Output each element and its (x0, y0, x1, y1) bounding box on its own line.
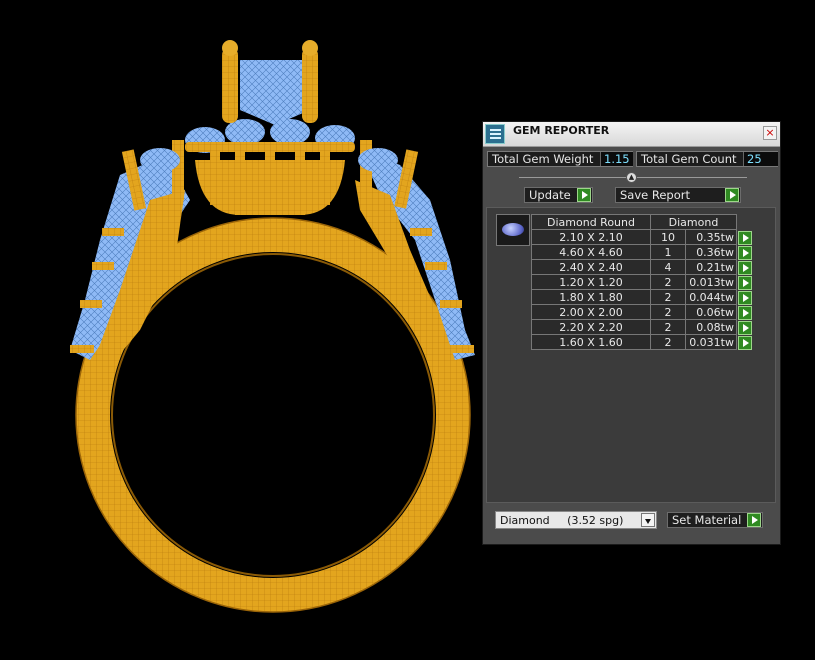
row-size: 2.40 X 2.40 (531, 259, 651, 275)
row-go-icon[interactable] (738, 260, 752, 275)
row-size: 2.10 X 2.10 (531, 229, 651, 245)
gem-reporter-panel: GEM REPORTER × Total Gem Weight 1.15 Tot… (482, 121, 781, 545)
material-select-value: Diamond (3.52 spg) (500, 514, 624, 527)
gem-table-header: Diamond Round Diamond (531, 214, 754, 230)
total-gem-count: Total Gem Count 25 (636, 151, 778, 167)
row-go-icon[interactable] (738, 230, 752, 245)
set-material-label: Set Material (672, 513, 742, 527)
table-row[interactable]: 4.60 X 4.60 1 0.36tw (531, 244, 754, 260)
row-size: 1.80 X 1.80 (531, 289, 651, 305)
row-weight: 0.21tw (685, 259, 737, 275)
row-size: 1.20 X 1.20 (531, 274, 651, 290)
close-icon[interactable]: × (763, 126, 777, 140)
row-weight: 0.36tw (685, 244, 737, 260)
row-count: 2 (650, 304, 686, 320)
table-row[interactable]: 1.20 X 1.20 2 0.013tw (531, 274, 754, 290)
save-report-button[interactable]: Save Report (615, 187, 741, 203)
gem-reporter-icon (485, 124, 505, 144)
gem-table: Diamond Round Diamond 2.10 X 2.10 10 0.3… (531, 214, 754, 350)
table-row[interactable]: 1.80 X 1.80 2 0.044tw (531, 289, 754, 305)
table-row[interactable]: 2.00 X 2.00 2 0.06tw (531, 304, 754, 320)
row-go-icon[interactable] (738, 305, 752, 320)
table-row[interactable]: 2.20 X 2.20 2 0.08tw (531, 319, 754, 335)
row-size: 4.60 X 4.60 (531, 244, 651, 260)
title-bar[interactable]: GEM REPORTER × (483, 122, 780, 147)
update-label: Update (529, 188, 571, 202)
panel-splitter-handle[interactable]: ▲ (626, 172, 637, 183)
table-row[interactable]: 2.10 X 2.10 10 0.35tw (531, 229, 754, 245)
row-size: 2.20 X 2.20 (531, 319, 651, 335)
row-size: 2.00 X 2.00 (531, 304, 651, 320)
material-select[interactable]: Diamond (3.52 spg) (495, 511, 657, 529)
center-stone (222, 40, 318, 125)
gem-list-area: Diamond Round Diamond 2.10 X 2.10 10 0.3… (486, 207, 776, 503)
row-weight: 0.044tw (685, 289, 737, 305)
row-go-icon[interactable] (738, 245, 752, 260)
total-gem-weight: Total Gem Weight 1.15 (487, 151, 633, 167)
save-report-label: Save Report (620, 188, 691, 202)
row-weight: 0.013tw (685, 274, 737, 290)
total-gem-weight-value: 1.15 (600, 152, 633, 166)
total-gem-count-label: Total Gem Count (641, 152, 737, 166)
row-count: 1 (650, 244, 686, 260)
table-row[interactable]: 2.40 X 2.40 4 0.21tw (531, 259, 754, 275)
basket (185, 142, 355, 215)
chevron-down-icon[interactable] (641, 513, 655, 527)
header-material: Diamond (650, 214, 737, 230)
row-size: 1.60 X 1.60 (531, 334, 651, 350)
row-count: 2 (650, 289, 686, 305)
row-count: 2 (650, 334, 686, 350)
row-go-icon[interactable] (738, 275, 752, 290)
round-gem-icon[interactable] (496, 214, 530, 246)
row-go-icon[interactable] (738, 320, 752, 335)
row-weight: 0.031tw (685, 334, 737, 350)
panel-title: GEM REPORTER (513, 124, 610, 137)
set-material-button[interactable]: Set Material (667, 512, 763, 528)
row-go-icon[interactable] (738, 335, 752, 350)
save-report-go-icon[interactable] (725, 188, 739, 202)
update-button[interactable]: Update (524, 187, 593, 203)
row-count: 10 (650, 229, 686, 245)
row-count: 4 (650, 259, 686, 275)
row-go-icon[interactable] (738, 290, 752, 305)
total-gem-weight-label: Total Gem Weight (492, 152, 594, 166)
header-shape: Diamond Round (531, 214, 651, 230)
row-weight: 0.08tw (685, 319, 737, 335)
update-go-icon[interactable] (577, 188, 591, 202)
row-count: 2 (650, 319, 686, 335)
row-weight: 0.35tw (685, 229, 737, 245)
total-gem-count-value: 25 (743, 152, 778, 166)
row-weight: 0.06tw (685, 304, 737, 320)
row-count: 2 (650, 274, 686, 290)
left-gallery (70, 140, 190, 360)
table-row[interactable]: 1.60 X 1.60 2 0.031tw (531, 334, 754, 350)
set-material-go-icon[interactable] (747, 513, 761, 527)
